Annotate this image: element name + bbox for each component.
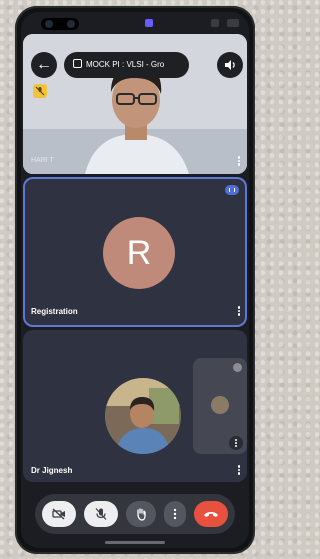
camera-toggle-button[interactable]: [42, 501, 76, 527]
call-controls: [35, 494, 235, 534]
mic-off-icon: [233, 363, 242, 372]
mic-muted-icon: [33, 84, 47, 98]
self-view-tile[interactable]: [193, 358, 247, 454]
avatar: [211, 396, 229, 414]
mic-off-icon: [95, 508, 107, 520]
meeting-title: MOCK PI : VLSI - Gro: [86, 60, 165, 69]
participant-name-hari: HARI T: [31, 157, 54, 164]
network-icon: [211, 19, 219, 27]
front-camera: [41, 18, 79, 30]
arrow-left-icon: ←: [36, 56, 52, 73]
participant-more-icon[interactable]: [237, 464, 241, 478]
mic-toggle-button[interactable]: [84, 501, 118, 527]
speaking-indicator-icon: [225, 185, 239, 195]
participant-tile-jignesh[interactable]: Dr Jignesh: [23, 330, 247, 482]
meeting-title-chip[interactable]: MOCK PI : VLSI - Gro: [64, 52, 189, 78]
camera-off-icon: [52, 508, 65, 520]
back-button[interactable]: ←: [31, 52, 57, 78]
raise-hand-button[interactable]: [126, 501, 156, 527]
more-options-button[interactable]: [164, 501, 186, 527]
speaker-icon: [225, 60, 235, 70]
gesture-bar: [105, 541, 165, 544]
phone-frame: HARI T ← MOCK PI : VLSI - Gro R Registra…: [15, 6, 255, 554]
participant-more-icon[interactable]: [237, 305, 241, 319]
meet-call-screen: HARI T ← MOCK PI : VLSI - Gro R Registra…: [21, 12, 249, 548]
avatar: [105, 378, 181, 454]
hand-icon: [137, 508, 146, 521]
hang-up-button[interactable]: [194, 501, 228, 527]
battery-icon: [227, 19, 239, 27]
more-vert-icon: [173, 508, 177, 520]
participant-more-icon[interactable]: [237, 155, 241, 169]
speaker-button[interactable]: [217, 52, 243, 78]
participant-name-jignesh: Dr Jignesh: [31, 466, 73, 475]
notification-icon: [145, 19, 153, 27]
calendar-icon: [73, 59, 82, 68]
participant-name-registration: Registration: [31, 307, 78, 316]
self-view-more-icon[interactable]: [229, 436, 243, 450]
hangup-icon: [204, 512, 218, 517]
participant-tile-registration[interactable]: R Registration: [23, 177, 247, 327]
status-bar: [21, 12, 249, 34]
avatar: R: [103, 217, 175, 289]
